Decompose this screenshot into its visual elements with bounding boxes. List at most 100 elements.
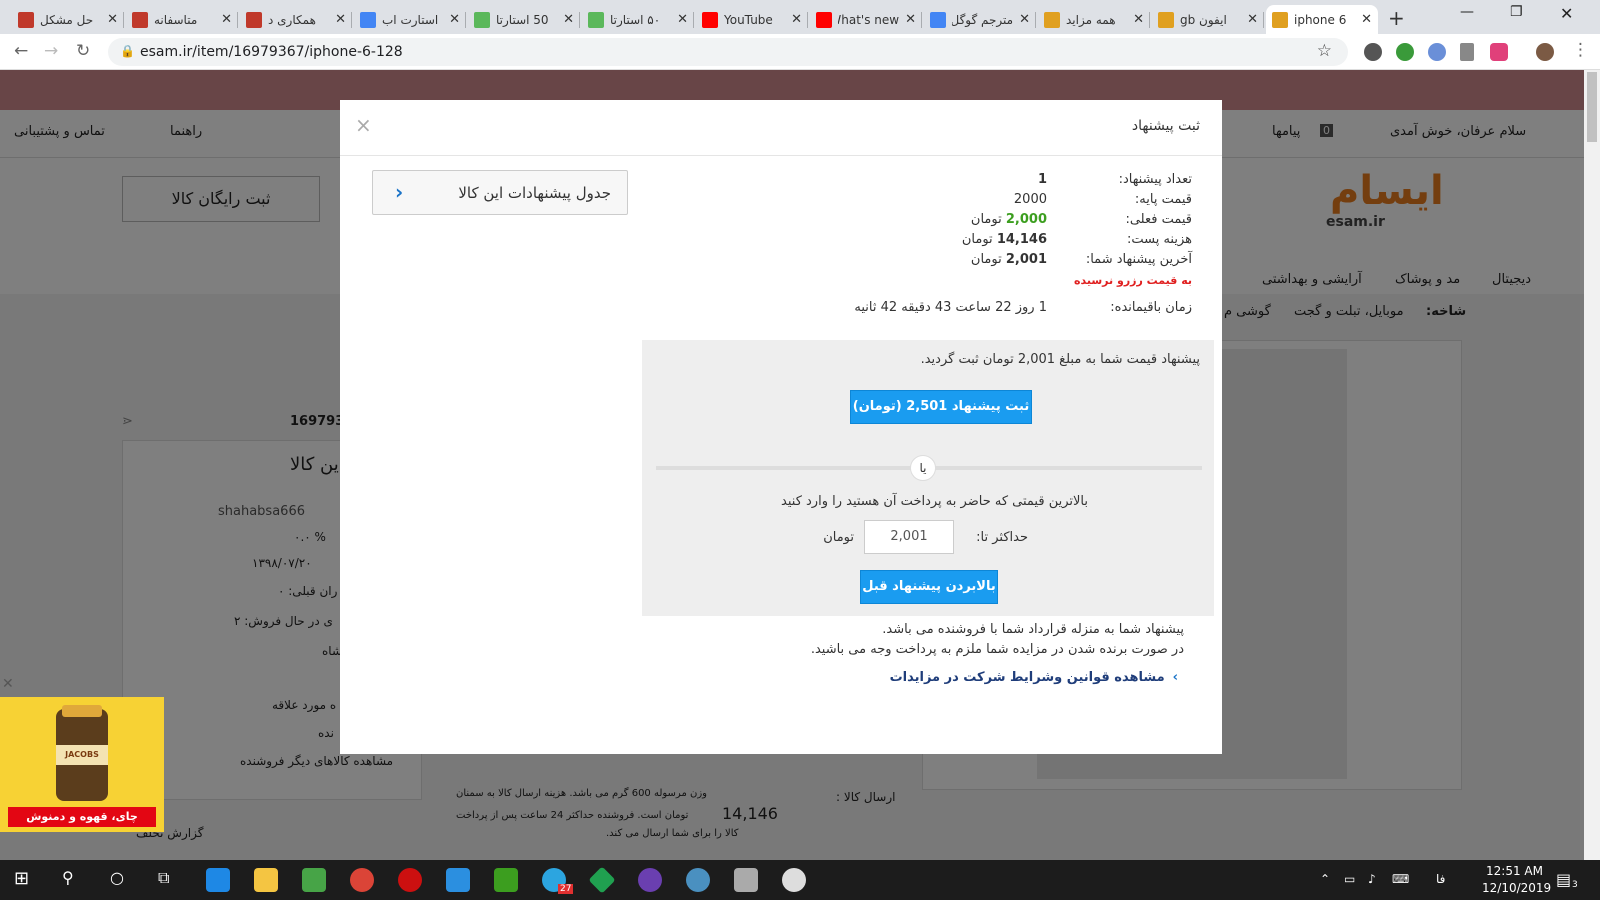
tray-chevron-icon[interactable]: ⌃ [1320, 872, 1330, 886]
app-icon-5[interactable] [734, 868, 758, 892]
tab-close-icon[interactable]: ✕ [221, 12, 232, 27]
extension-icon-1[interactable] [1364, 43, 1382, 61]
or-separator: یا [910, 455, 936, 481]
tab-title: متاسفانه [154, 12, 198, 27]
language-indicator[interactable]: فا [1436, 872, 1445, 886]
close-window-button[interactable]: ✕ [1560, 4, 1573, 23]
volume-icon[interactable]: ♪ [1368, 872, 1376, 886]
notification-icon[interactable]: ▤ [1556, 870, 1571, 889]
app-icon-2[interactable] [588, 866, 616, 894]
bookmark-star-icon[interactable]: ☆ [1317, 41, 1332, 61]
url-text: esam.ir/item/16979367/iphone-6-128 [140, 44, 403, 60]
browser-tab[interactable]: متاسفانه ✕ [126, 5, 238, 34]
browser-tab[interactable]: iphone 6 ✕ [1266, 5, 1378, 34]
tab-favicon-icon [702, 11, 718, 28]
chrome-icon[interactable] [350, 868, 374, 892]
address-bar-row: ← → ↻ 🔒 esam.ir/item/16979367/iphone-6-1… [0, 34, 1600, 70]
profile-avatar[interactable] [1536, 43, 1554, 61]
bid-count-value: 1 [1037, 172, 1047, 187]
app-icon-4[interactable] [686, 868, 710, 892]
extension-icon-4[interactable] [1460, 43, 1474, 61]
tab-close-icon[interactable]: ✕ [677, 12, 688, 27]
windows-taskbar: ⊞ ⚲ ○ ⧉ 27 ⌃ ▭ ♪ ⌨ فا 12:51 AM 12/10/201… [0, 860, 1600, 900]
tab-title: YouTube [724, 12, 773, 27]
clock-time[interactable]: 12:51 AM [1486, 864, 1543, 878]
tab-close-icon[interactable]: ✕ [905, 12, 916, 27]
max-bid-input[interactable]: 2,001 [864, 520, 954, 554]
tab-close-icon[interactable]: ✕ [1361, 12, 1372, 27]
task-view-icon[interactable]: ⧉ [158, 868, 169, 888]
new-tab-button[interactable]: + [1388, 6, 1405, 30]
omnibox[interactable]: 🔒 esam.ir/item/16979367/iphone-6-128 ☆ [108, 38, 1348, 66]
tab-title: حل مشکل [40, 12, 94, 27]
file-explorer-icon[interactable] [254, 868, 278, 892]
opera-icon[interactable] [398, 868, 422, 892]
app-icon-6[interactable] [782, 868, 806, 892]
tab-close-icon[interactable]: ✕ [107, 12, 118, 27]
ad-brand: JACOBS [56, 745, 108, 765]
tab-close-icon[interactable]: ✕ [335, 12, 346, 27]
tab-close-icon[interactable]: ✕ [1019, 12, 1030, 27]
notepad-icon[interactable] [494, 868, 518, 892]
tab-favicon-icon [474, 11, 490, 28]
minimize-button[interactable]: — [1460, 4, 1474, 20]
cortana-icon[interactable]: ○ [110, 868, 124, 887]
browser-tab[interactable]: ایفون gb ✕ [1152, 5, 1264, 34]
browser-tab[interactable]: 50 استارتا ✕ [468, 5, 580, 34]
reload-button[interactable]: ↻ [76, 41, 90, 61]
last-bid-unit: تومان [970, 252, 1002, 267]
extension-icon-2[interactable] [1396, 43, 1414, 61]
windows-start-icon[interactable]: ⊞ [14, 868, 29, 889]
extension-icon-3[interactable] [1428, 43, 1446, 61]
tab-title: iphone 6 [1294, 12, 1347, 27]
back-button[interactable]: ← [14, 41, 28, 61]
menu-kebab-icon[interactable]: ⋮ [1572, 40, 1589, 60]
clock-date[interactable]: 12/10/2019 [1482, 881, 1551, 895]
rules-link[interactable]: › مشاهده قوانین وشرایط شرکت در مزایدات [890, 670, 1178, 685]
browser-tab[interactable]: همه مزاید ✕ [1038, 5, 1150, 34]
tab-title: What's new [838, 12, 900, 27]
browser-tab[interactable]: YouTube ✕ [696, 5, 808, 34]
last-bid-value: 2,001 [1005, 252, 1047, 267]
network-icon[interactable]: ▭ [1344, 872, 1355, 886]
browser-tab[interactable]: مترجم گوگل ✕ [924, 5, 1036, 34]
maximize-button[interactable]: ❐ [1510, 4, 1523, 20]
forward-button[interactable]: → [44, 41, 58, 61]
tab-close-icon[interactable]: ✕ [1247, 12, 1258, 27]
bid-modal: ثبت پیشنهاد × جدول پیشنهادات این کالا ‹ … [340, 100, 1222, 754]
bid-count-label: تعداد پیشنهاد: [1118, 172, 1192, 187]
browser-tab[interactable]: همکاری د ✕ [240, 5, 352, 34]
keyboard-icon[interactable]: ⌨ [1392, 872, 1409, 886]
modal-header: ثبت پیشنهاد × [340, 100, 1222, 156]
quick-bid-button[interactable]: ثبت پیشنهاد 2,501 (تومان) [850, 390, 1032, 424]
raise-bid-button[interactable]: بالابردن پیشنهاد قبل [860, 570, 998, 604]
instagram-extension-icon[interactable] [1490, 43, 1508, 61]
bids-table-button[interactable]: جدول پیشنهادات این کالا ‹ [372, 170, 628, 215]
browser-tab[interactable]: حل مشکل ✕ [12, 5, 124, 34]
vscode-icon[interactable] [446, 868, 470, 892]
coffee-jar-image: JACOBS [56, 705, 108, 801]
tab-favicon-icon [246, 11, 262, 28]
jacobs-ad-banner[interactable]: JACOBS چای، قهوه و دمنوش [0, 697, 164, 832]
tab-favicon-icon [360, 11, 376, 28]
current-price-label: قیمت فعلی: [1125, 212, 1192, 227]
tab-title: مترجم گوگل [952, 12, 1014, 27]
modal-close-button[interactable]: × [355, 113, 372, 137]
tab-close-icon[interactable]: ✕ [1133, 12, 1144, 27]
tab-close-icon[interactable]: ✕ [449, 12, 460, 27]
app-icon-3[interactable] [638, 868, 662, 892]
shipping-fee-label: هزینه پست: [1126, 232, 1192, 247]
browser-tab[interactable]: استارت اب ✕ [354, 5, 466, 34]
browser-tab[interactable]: What's new ✕ [810, 5, 922, 34]
tab-favicon-icon [588, 11, 604, 28]
tab-title: همکاری د [268, 12, 316, 27]
page-scrollbar[interactable] [1584, 70, 1600, 860]
notification-count: 3 [1572, 880, 1578, 890]
tab-close-icon[interactable]: ✕ [563, 12, 574, 27]
app-icon-1[interactable] [302, 868, 326, 892]
ad-close-icon[interactable]: ✕ [2, 676, 14, 692]
browser-tab[interactable]: ۵۰ استارتا ✕ [582, 5, 694, 34]
search-icon[interactable]: ⚲ [62, 868, 74, 887]
tab-close-icon[interactable]: ✕ [791, 12, 802, 27]
edge-icon[interactable] [206, 868, 230, 892]
